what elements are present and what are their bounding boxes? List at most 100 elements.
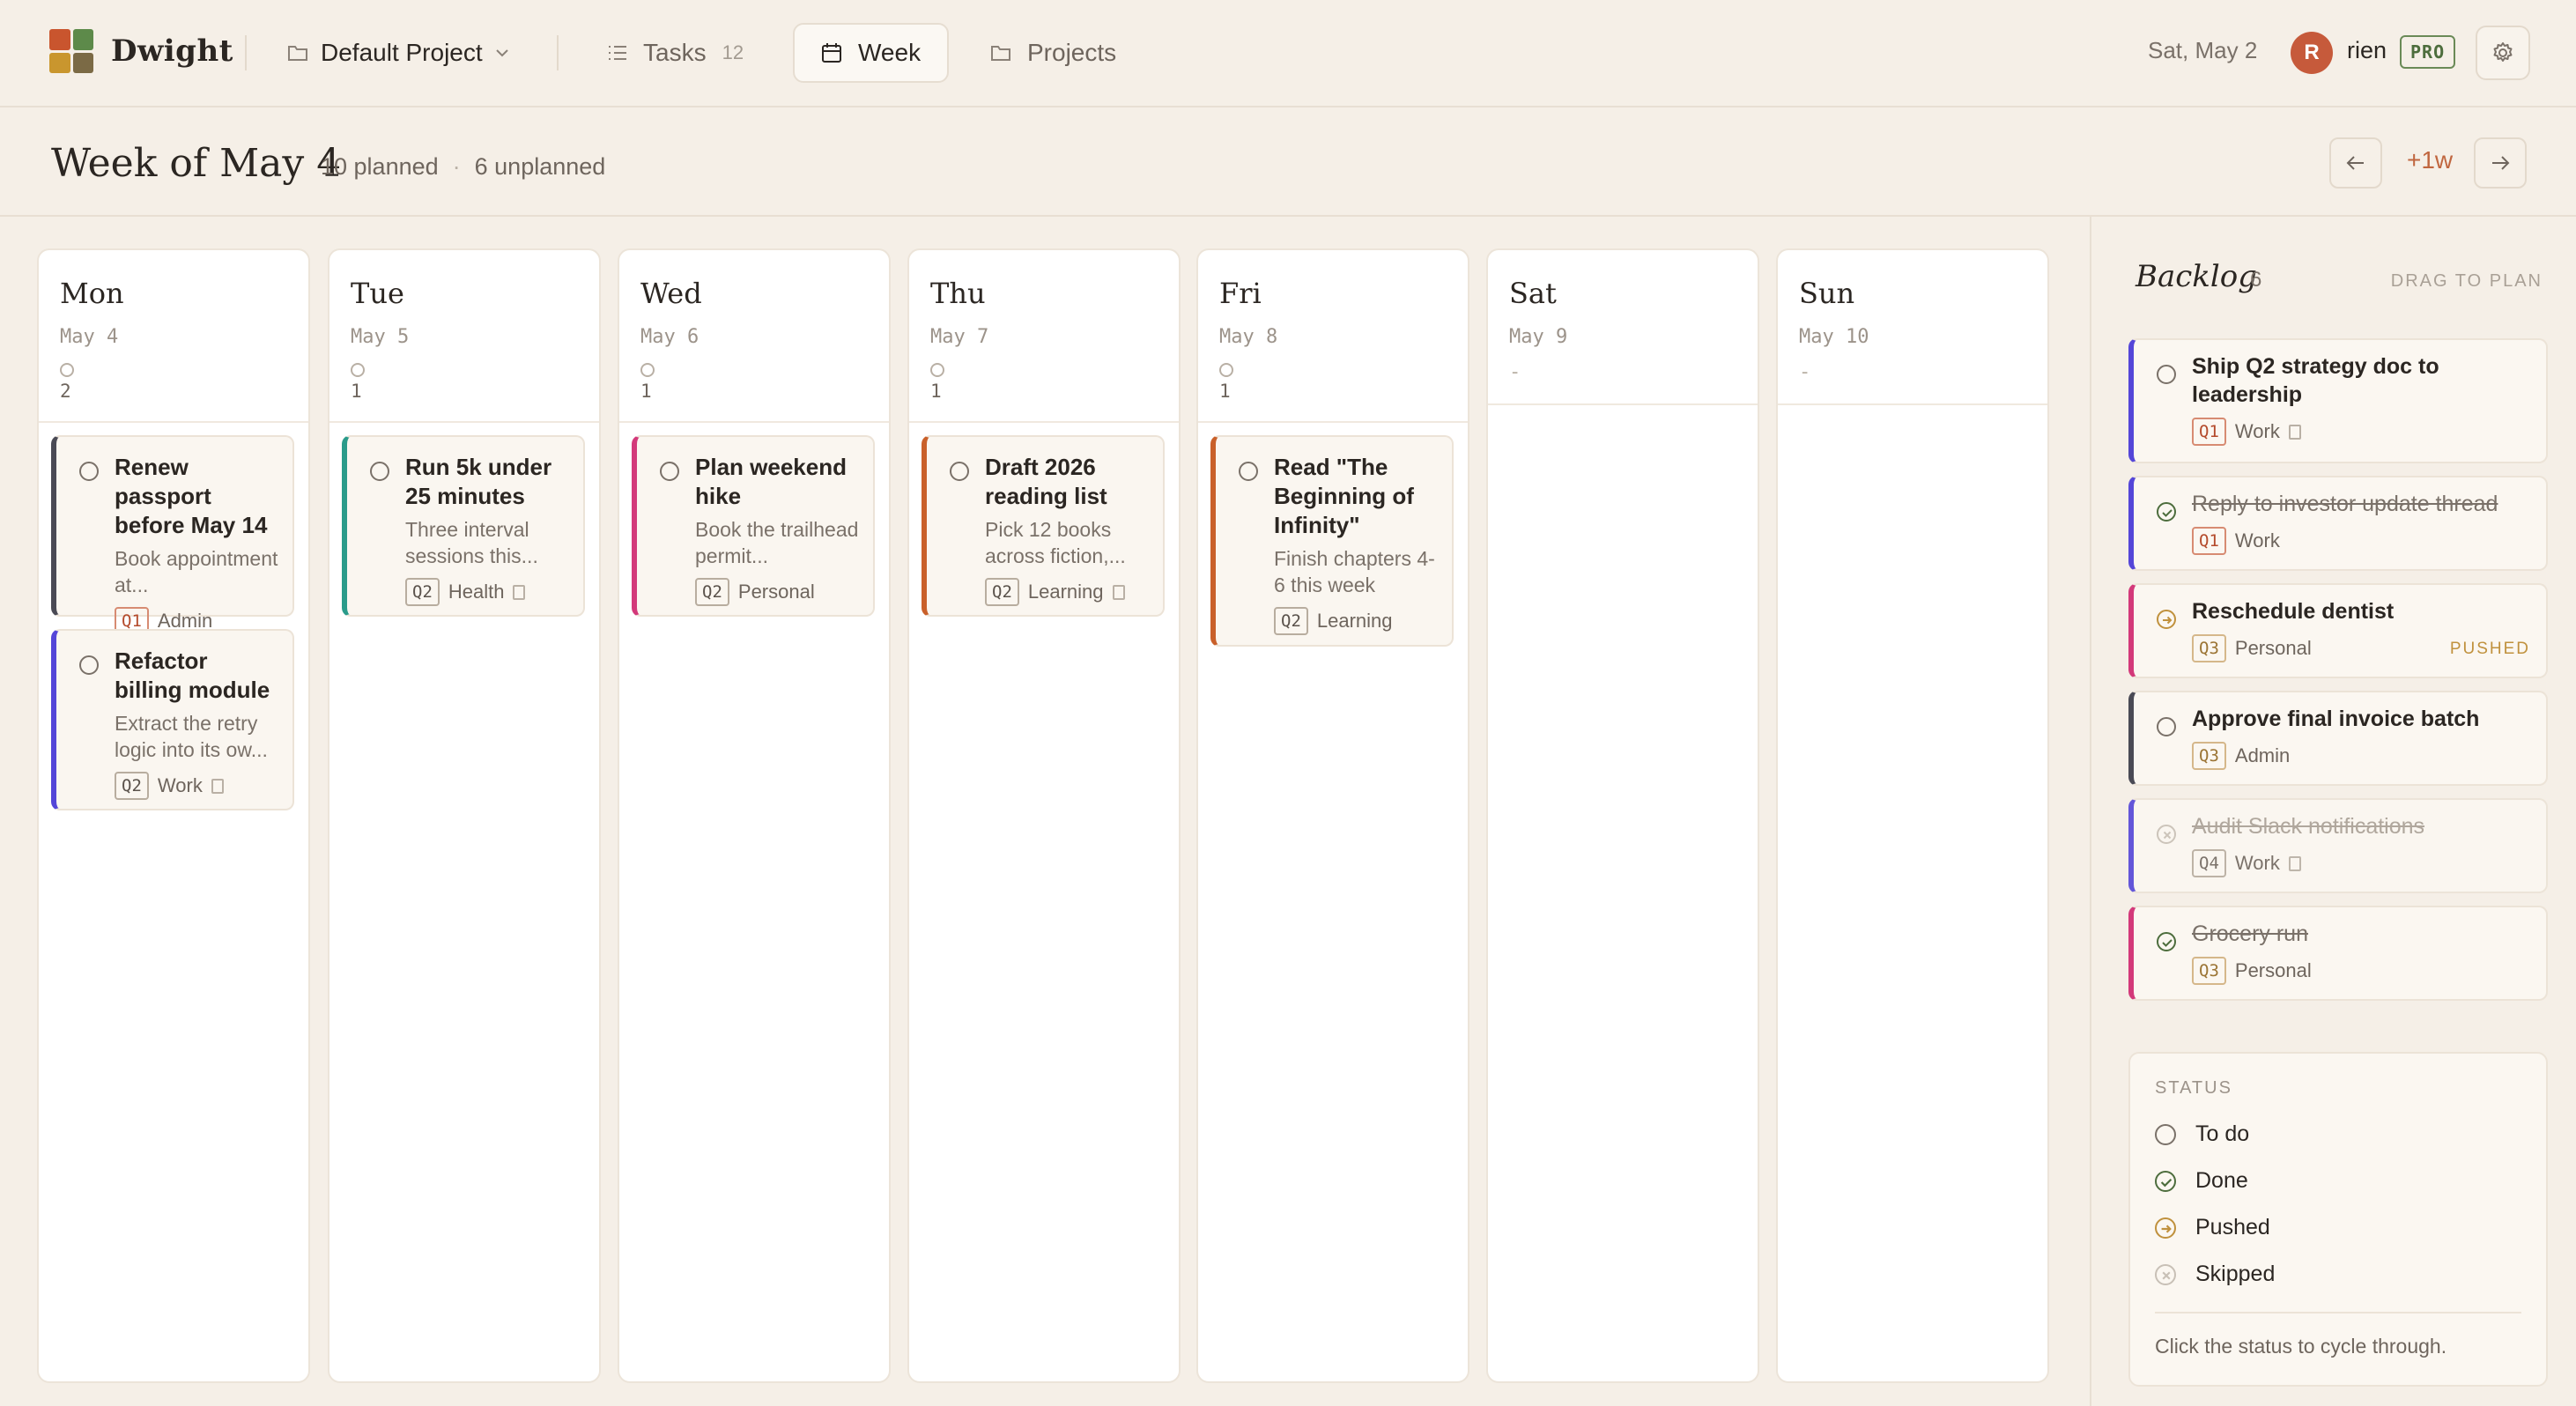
day-column-sun: Sun May 10 - (1776, 248, 2049, 1383)
task-description: Three interval sessions this... (405, 518, 538, 567)
folder-icon (991, 46, 1010, 61)
day-task-count: 1 (930, 381, 942, 402)
task-card[interactable]: Plan weekend hike Book the trailhead perm… (632, 435, 875, 617)
previous-week-button[interactable] (2329, 137, 2382, 189)
separator: · (452, 153, 461, 180)
backlog-card[interactable]: Approve final invoice batch Q3 Admin (2128, 691, 2548, 786)
task-meta: Q2 Personal (695, 578, 859, 606)
legend-label: Pushed (2195, 1215, 2270, 1240)
day-header: Mon May 4 2 (39, 250, 308, 423)
task-title: Audit Slack notifications (2192, 814, 2425, 839)
note-icon (2288, 855, 2301, 871)
task-meta: Q3 Admin (2192, 742, 2532, 770)
day-date: May 8 (1219, 326, 1278, 348)
today-date: Sat, May 2 (2148, 37, 2258, 63)
tab-tasks[interactable]: Tasks 12 (581, 23, 770, 83)
area-label: Work (2234, 420, 2280, 442)
status-toggle[interactable] (2157, 825, 2176, 844)
circle-icon (1219, 363, 1233, 377)
quadrant-badge: Q1 (2192, 418, 2226, 446)
quadrant-badge: Q2 (115, 772, 149, 800)
list-icon (609, 46, 626, 60)
task-title: Plan weekend hike (695, 454, 847, 509)
status-legend: STATUS To do Done Pushed Skipped Click the … (2128, 1052, 2548, 1387)
day-task-count: - (1799, 361, 1811, 383)
day-name: Sun (1799, 277, 1855, 310)
status-toggle[interactable] (660, 462, 679, 481)
quadrant-badge: Q3 (2192, 742, 2226, 770)
backlog-card[interactable]: Reply to investor update thread Q1 Work (2128, 476, 2548, 571)
area-label: Personal (2234, 959, 2312, 981)
backlog-card[interactable]: Reschedule dentist Q3 Personal PUSHED (2128, 583, 2548, 678)
legend-item: Skipped (2155, 1262, 2521, 1287)
quadrant-badge: Q3 (2192, 957, 2226, 985)
status-toggle[interactable] (2157, 717, 2176, 736)
status-toggle[interactable] (2157, 365, 2176, 384)
task-card[interactable]: Draft 2026 reading list Pick 12 books acr… (922, 435, 1165, 617)
task-meta: Q4 Work (2192, 849, 2532, 877)
day-date: May 10 (1799, 326, 1869, 348)
area-label: Personal (2234, 637, 2312, 659)
tab-projects[interactable]: Projects (964, 23, 1143, 83)
tab-label: Week (858, 39, 922, 66)
quadrant-badge: Q4 (2192, 849, 2226, 877)
legend-item: Done (2155, 1168, 2521, 1194)
day-name: Sat (1509, 277, 1557, 310)
quadrant-badge: Q2 (1274, 607, 1308, 635)
task-description: Book appointment at... (115, 547, 278, 596)
quadrant-badge: Q2 (405, 578, 440, 606)
backlog-card[interactable]: Ship Q2 strategy doc to leadership Q1 Work (2128, 338, 2548, 463)
check-circle-icon (2162, 939, 2173, 947)
legend-item: To do (2155, 1121, 2521, 1147)
folder-icon (288, 46, 307, 61)
task-card[interactable]: Renew passport before May 14 Book appoint… (51, 435, 294, 635)
backlog-panel: Backlog 6 DRAG TO PLAN Ship Q2 strategy … (2090, 217, 2576, 1406)
task-card[interactable]: Run 5k under 25 minutes Three interval se… (342, 435, 585, 617)
day-name: Thu (930, 277, 986, 310)
task-meta: Q2 Learning (985, 578, 1149, 606)
quadrant-badge: Q2 (985, 578, 1019, 606)
note-icon (2288, 424, 2301, 440)
status-toggle[interactable] (2157, 502, 2176, 522)
status-toggle[interactable] (79, 655, 99, 675)
unplanned-count: 6 unplanned (474, 153, 606, 180)
area-label: Learning (1316, 610, 1393, 632)
jump-week-button[interactable]: +1w (2407, 146, 2453, 174)
status-toggle[interactable] (1239, 462, 1258, 481)
status-toggle[interactable] (2157, 932, 2176, 951)
day-task-count: - (1509, 361, 1521, 383)
drag-hint: DRAG TO PLAN (2390, 271, 2543, 291)
gear-icon (2493, 42, 2513, 62)
task-card[interactable]: Refactor billing module Extract the retry… (51, 629, 294, 810)
backlog-title: Backlog (2136, 259, 2258, 294)
day-column-sat: Sat May 9 - (1486, 248, 1759, 1383)
project-selector[interactable]: Default Project (287, 30, 509, 76)
status-toggle[interactable] (370, 462, 389, 481)
status-toggle[interactable] (2157, 610, 2176, 629)
quadrant-badge: Q2 (695, 578, 729, 606)
tab-week[interactable]: Week (793, 23, 950, 83)
area-label: Work (2234, 852, 2280, 874)
settings-button[interactable] (2476, 26, 2530, 80)
arrow-circle-icon (2163, 616, 2173, 625)
project-name: Default Project (321, 39, 483, 66)
check-circle-icon (2160, 1178, 2173, 1187)
task-card[interactable]: Read "The Beginning of Infinity" Finish c… (1210, 435, 1454, 647)
status-toggle[interactable] (79, 462, 99, 481)
legend-heading: STATUS (2155, 1078, 2232, 1098)
area-label: Learning (1027, 581, 1104, 603)
task-title: Reschedule dentist (2192, 599, 2395, 624)
top-bar: Dwight Default Project Tasks 12 Week Pro… (0, 0, 2576, 107)
legend-label: Skipped (2195, 1262, 2276, 1286)
task-title: Renew passport before May 14 (115, 454, 268, 538)
legend-item: Pushed (2155, 1215, 2521, 1240)
tasks-count-badge: 12 (722, 41, 744, 63)
day-header: Thu May 7 1 (909, 250, 1179, 423)
note-icon (513, 584, 526, 600)
backlog-card[interactable]: Grocery run Q3 Personal (2128, 906, 2548, 1001)
avatar[interactable]: R (2291, 32, 2333, 74)
next-week-button[interactable] (2474, 137, 2527, 189)
backlog-card[interactable]: Audit Slack notifications Q4 Work (2128, 798, 2548, 893)
status-toggle[interactable] (950, 462, 969, 481)
day-column-wed: Wed May 6 1 Plan weekend hike Book the trail… (618, 248, 891, 1383)
